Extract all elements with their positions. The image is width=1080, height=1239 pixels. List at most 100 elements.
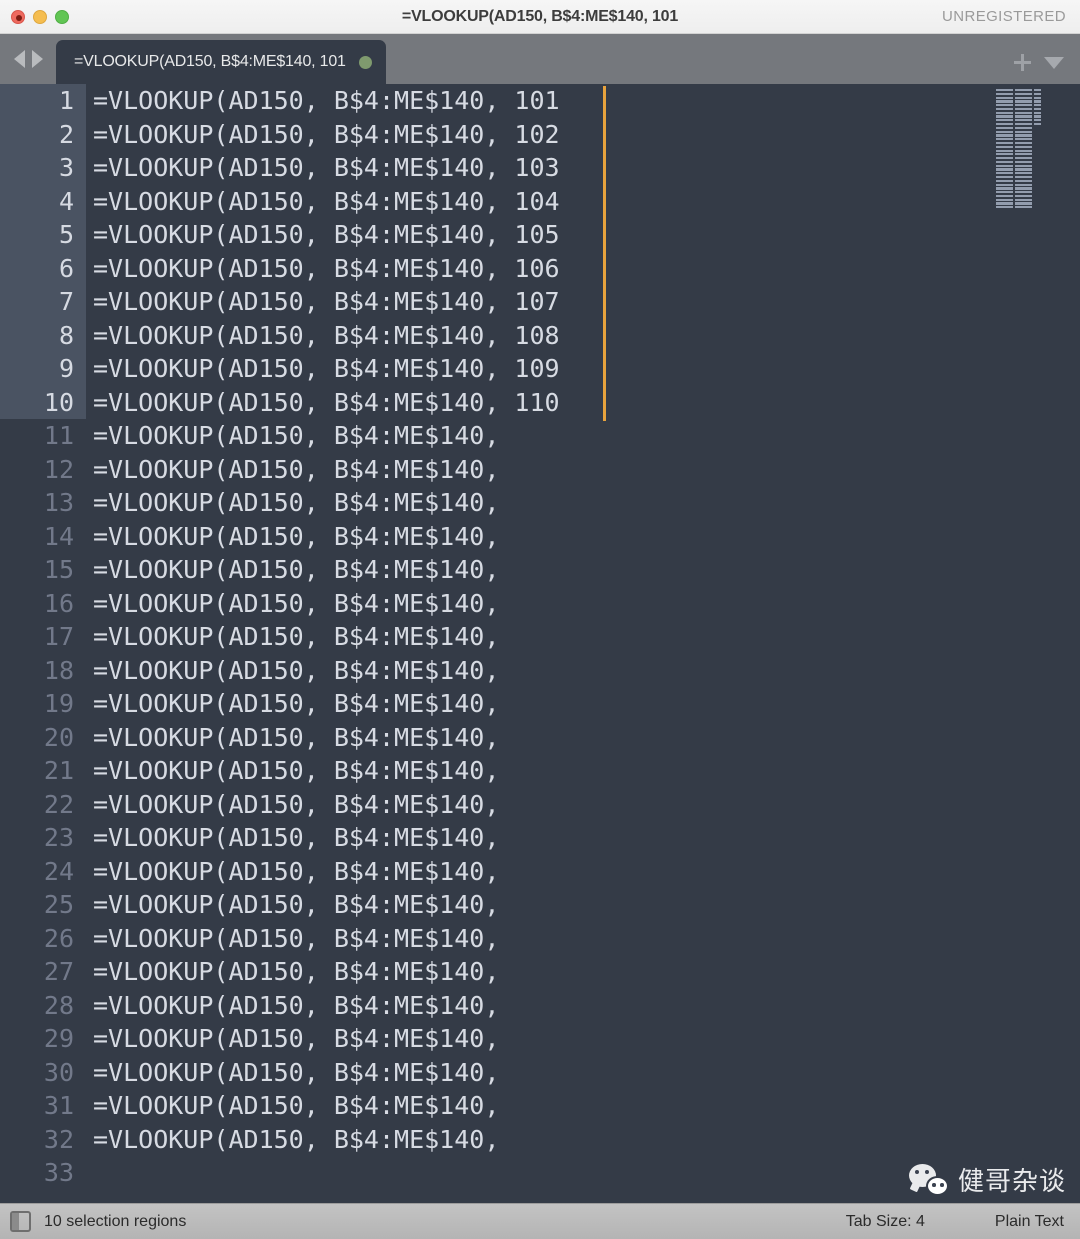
minimap[interactable] — [996, 89, 1042, 209]
code-line[interactable]: 26 =VLOOKUP(AD150, B$4:ME$140, — [0, 922, 1080, 956]
line-text[interactable]: =VLOOKUP(AD150, B$4:ME$140, 110 — [86, 386, 1080, 420]
line-number: 22 — [43, 789, 74, 819]
line-text[interactable]: =VLOOKUP(AD150, B$4:ME$140, 107 — [86, 285, 1080, 319]
syntax-status[interactable]: Plain Text — [995, 1213, 1064, 1231]
tab-nav-arrows — [0, 34, 56, 84]
line-text[interactable]: =VLOOKUP(AD150, B$4:ME$140, 102 — [86, 118, 1080, 152]
line-text[interactable]: =VLOOKUP(AD150, B$4:ME$140, 103 — [86, 151, 1080, 185]
code-line[interactable]: 18 =VLOOKUP(AD150, B$4:ME$140, — [0, 654, 1080, 688]
code-line[interactable]: 23 =VLOOKUP(AD150, B$4:ME$140, — [0, 821, 1080, 855]
line-number: 14 — [43, 521, 74, 551]
zoom-button[interactable] — [55, 9, 69, 24]
line-text[interactable]: =VLOOKUP(AD150, B$4:ME$140, — [86, 1056, 1080, 1090]
line-text[interactable]: =VLOOKUP(AD150, B$4:ME$140, — [86, 520, 1080, 554]
line-text[interactable]: =VLOOKUP(AD150, B$4:ME$140, 106 — [86, 252, 1080, 286]
code-line[interactable]: 8 =VLOOKUP(AD150, B$4:ME$140, 108 — [0, 318, 1080, 354]
line-text[interactable]: =VLOOKUP(AD150, B$4:ME$140, — [86, 1022, 1080, 1056]
line-text[interactable]: =VLOOKUP(AD150, B$4:ME$140, — [86, 821, 1080, 855]
code-line[interactable]: 6 =VLOOKUP(AD150, B$4:ME$140, 106 — [0, 251, 1080, 287]
line-text[interactable]: =VLOOKUP(AD150, B$4:ME$140, — [86, 721, 1080, 755]
text-caret — [603, 320, 606, 354]
line-number: 9 — [0, 352, 86, 386]
tab-bar: =VLOOKUP(AD150, B$4:ME$140, 101 — [0, 34, 1080, 84]
minimap-line — [996, 138, 1042, 141]
code-line[interactable]: 32 =VLOOKUP(AD150, B$4:ME$140, — [0, 1123, 1080, 1157]
chevron-down-icon[interactable] — [1044, 56, 1064, 69]
editor-pane[interactable]: 1 =VLOOKUP(AD150, B$4:ME$140, 101 2 =VLOOKU… — [0, 84, 1080, 1203]
code-line[interactable]: 31 =VLOOKUP(AD150, B$4:ME$140, — [0, 1089, 1080, 1123]
line-text[interactable]: =VLOOKUP(AD150, B$4:ME$140, — [86, 754, 1080, 788]
code-line[interactable]: 15 =VLOOKUP(AD150, B$4:ME$140, — [0, 553, 1080, 587]
close-button[interactable] — [11, 9, 25, 24]
minimap-line — [996, 172, 1042, 175]
minimap-line — [996, 130, 1042, 134]
line-text[interactable]: =VLOOKUP(AD150, B$4:ME$140, — [86, 587, 1080, 621]
code-lines[interactable]: 1 =VLOOKUP(AD150, B$4:ME$140, 101 2 =VLOOKU… — [0, 84, 1080, 1203]
code-line[interactable]: 30 =VLOOKUP(AD150, B$4:ME$140, — [0, 1056, 1080, 1090]
line-text[interactable]: =VLOOKUP(AD150, B$4:ME$140, 108 — [86, 319, 1080, 353]
minimap-line — [996, 96, 1042, 100]
line-text[interactable]: =VLOOKUP(AD150, B$4:ME$140, — [86, 922, 1080, 956]
code-line[interactable]: 29 =VLOOKUP(AD150, B$4:ME$140, — [0, 1022, 1080, 1056]
code-line[interactable]: 1 =VLOOKUP(AD150, B$4:ME$140, 101 — [0, 84, 1080, 120]
line-number: 8 — [0, 318, 86, 352]
tab-active[interactable]: =VLOOKUP(AD150, B$4:ME$140, 101 — [56, 40, 386, 84]
line-text[interactable]: =VLOOKUP(AD150, B$4:ME$140, 105 — [86, 218, 1080, 252]
line-number: 7 — [0, 285, 86, 319]
minimap-line — [996, 126, 1042, 130]
code-line[interactable]: 16 =VLOOKUP(AD150, B$4:ME$140, — [0, 587, 1080, 621]
code-line[interactable]: 22 =VLOOKUP(AD150, B$4:ME$140, — [0, 788, 1080, 822]
window-controls — [0, 9, 69, 24]
line-text[interactable]: =VLOOKUP(AD150, B$4:ME$140, — [86, 989, 1080, 1023]
line-text[interactable]: =VLOOKUP(AD150, B$4:ME$140, — [86, 687, 1080, 721]
line-text[interactable]: =VLOOKUP(AD150, B$4:ME$140, 101 — [86, 84, 1080, 118]
unsaved-indicator-icon[interactable] — [358, 55, 372, 69]
new-tab-icon[interactable] — [1014, 54, 1031, 71]
line-text[interactable]: =VLOOKUP(AD150, B$4:ME$140, — [86, 855, 1080, 889]
line-text[interactable]: =VLOOKUP(AD150, B$4:ME$140, — [86, 553, 1080, 587]
line-text[interactable]: =VLOOKUP(AD150, B$4:ME$140, — [86, 419, 1080, 453]
code-line[interactable]: 3 =VLOOKUP(AD150, B$4:ME$140, 103 — [0, 151, 1080, 187]
text-caret — [603, 153, 606, 187]
code-line[interactable]: 19 =VLOOKUP(AD150, B$4:ME$140, — [0, 687, 1080, 721]
minimize-button[interactable] — [33, 9, 47, 24]
line-text[interactable]: =VLOOKUP(AD150, B$4:ME$140, — [86, 788, 1080, 822]
code-line[interactable]: 33 — [0, 1156, 1080, 1190]
line-text[interactable]: =VLOOKUP(AD150, B$4:ME$140, — [86, 1089, 1080, 1123]
text-caret — [603, 354, 606, 388]
code-line[interactable]: 5 =VLOOKUP(AD150, B$4:ME$140, 105 — [0, 218, 1080, 254]
code-line[interactable]: 28 =VLOOKUP(AD150, B$4:ME$140, — [0, 989, 1080, 1023]
line-text[interactable]: =VLOOKUP(AD150, B$4:ME$140, 104 — [86, 185, 1080, 219]
line-text[interactable]: =VLOOKUP(AD150, B$4:ME$140, — [86, 955, 1080, 989]
code-line[interactable]: 24 =VLOOKUP(AD150, B$4:ME$140, — [0, 855, 1080, 889]
minimap-line — [996, 119, 1042, 122]
code-line[interactable]: 12 =VLOOKUP(AD150, B$4:ME$140, — [0, 453, 1080, 487]
line-text[interactable]: =VLOOKUP(AD150, B$4:ME$140, — [86, 888, 1080, 922]
line-text[interactable]: =VLOOKUP(AD150, B$4:ME$140, — [86, 486, 1080, 520]
code-line[interactable]: 20 =VLOOKUP(AD150, B$4:ME$140, — [0, 721, 1080, 755]
minimap-line — [996, 183, 1042, 187]
code-line[interactable]: 9 =VLOOKUP(AD150, B$4:ME$140, 109 — [0, 352, 1080, 388]
chevron-right-icon[interactable] — [31, 50, 43, 68]
code-line[interactable]: 13 =VLOOKUP(AD150, B$4:ME$140, — [0, 486, 1080, 520]
code-line[interactable]: 11 =VLOOKUP(AD150, B$4:ME$140, — [0, 419, 1080, 453]
code-line[interactable]: 25 =VLOOKUP(AD150, B$4:ME$140, — [0, 888, 1080, 922]
line-text[interactable]: =VLOOKUP(AD150, B$4:ME$140, — [86, 620, 1080, 654]
line-text[interactable]: =VLOOKUP(AD150, B$4:ME$140, 109 — [86, 352, 1080, 386]
code-line[interactable]: 17 =VLOOKUP(AD150, B$4:ME$140, — [0, 620, 1080, 654]
code-line[interactable]: 21 =VLOOKUP(AD150, B$4:ME$140, — [0, 754, 1080, 788]
line-text[interactable]: =VLOOKUP(AD150, B$4:ME$140, — [86, 1123, 1080, 1157]
line-number: 31 — [43, 1091, 74, 1120]
code-line[interactable]: 10 =VLOOKUP(AD150, B$4:ME$140, 110 — [0, 385, 1080, 421]
chevron-left-icon[interactable] — [13, 50, 25, 68]
code-line[interactable]: 4 =VLOOKUP(AD150, B$4:ME$140, 104 — [0, 184, 1080, 220]
tab-size-status[interactable]: Tab Size: 4 — [846, 1213, 925, 1231]
line-text[interactable]: =VLOOKUP(AD150, B$4:ME$140, — [86, 453, 1080, 487]
code-line[interactable]: 14 =VLOOKUP(AD150, B$4:ME$140, — [0, 520, 1080, 554]
code-line[interactable]: 27 =VLOOKUP(AD150, B$4:ME$140, — [0, 955, 1080, 989]
code-line[interactable]: 2 =VLOOKUP(AD150, B$4:ME$140, 102 — [0, 117, 1080, 153]
code-line[interactable]: 7 =VLOOKUP(AD150, B$4:ME$140, 107 — [0, 285, 1080, 321]
line-text[interactable]: =VLOOKUP(AD150, B$4:ME$140, — [86, 654, 1080, 688]
sidebar-toggle-icon[interactable] — [10, 1211, 31, 1232]
text-caret — [603, 119, 606, 153]
